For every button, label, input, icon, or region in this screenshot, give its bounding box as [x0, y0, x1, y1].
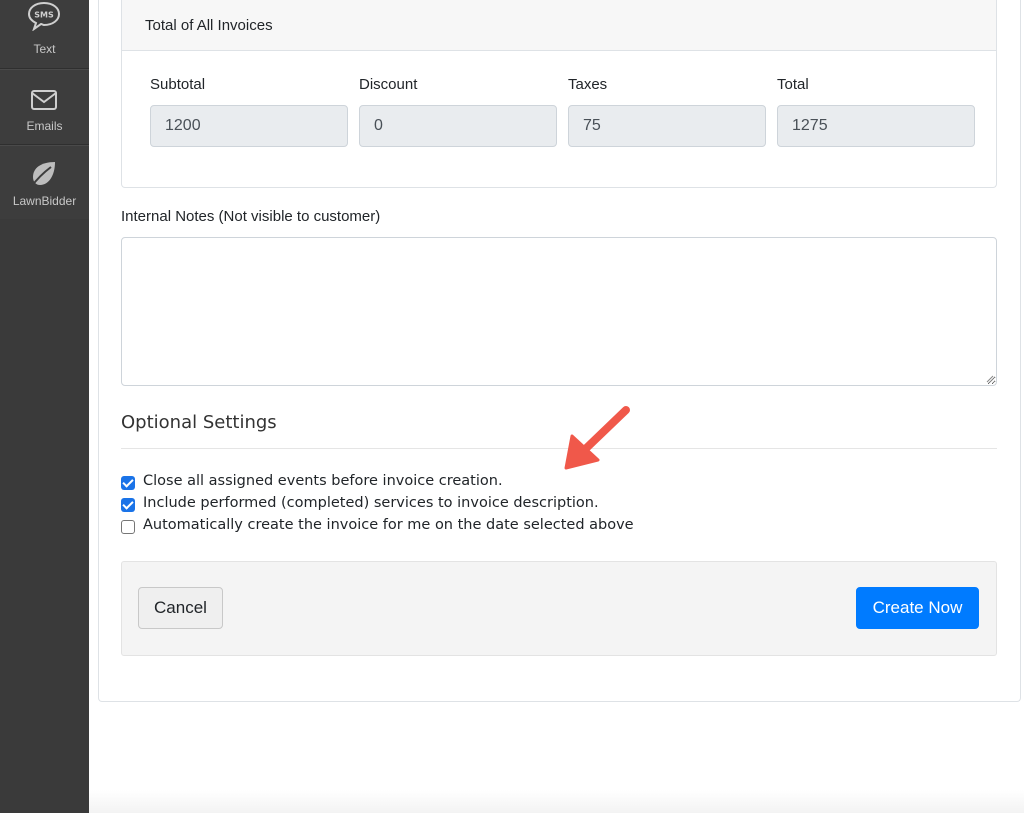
taxes-field: 75: [568, 105, 766, 147]
internal-notes-label: Internal Notes (Not visible to customer): [121, 208, 381, 225]
total-label: Total: [777, 76, 809, 93]
page-bottom: [89, 790, 1024, 813]
leaf-icon: [30, 162, 55, 188]
envelope-icon: [31, 90, 57, 110]
close-events-checkbox[interactable]: [121, 476, 135, 490]
auto-create-label[interactable]: Automatically create the invoice for me …: [143, 517, 634, 533]
totals-card: Total of All Invoices: [121, 0, 997, 188]
discount-field: 0: [359, 105, 557, 147]
close-events-label[interactable]: Close all assigned events before invoice…: [143, 473, 503, 489]
discount-label: Discount: [359, 76, 418, 93]
resize-grip-icon[interactable]: [984, 373, 994, 383]
sidebar-item-lawnbidder[interactable]: LawnBidder: [0, 144, 89, 218]
total-field: 1275: [777, 105, 975, 147]
include-services-label[interactable]: Include performed (completed) services t…: [143, 495, 599, 511]
cancel-button[interactable]: Cancel: [138, 587, 223, 629]
auto-create-checkbox[interactable]: [121, 520, 135, 534]
create-now-button[interactable]: Create Now: [856, 587, 979, 629]
sidebar-item-label: LawnBidder: [12, 194, 77, 208]
sidebar-item-label: Text: [33, 42, 56, 56]
sidebar-item-emails[interactable]: Emails: [0, 68, 89, 142]
sms-icon: SMS: [27, 1, 61, 31]
sidebar-item-text[interactable]: SMS Text: [0, 0, 89, 68]
internal-notes-textarea[interactable]: [121, 237, 997, 386]
totals-card-header: Total of All Invoices: [122, 0, 996, 51]
subtotal-field: 1200: [150, 105, 348, 147]
subtotal-label: Subtotal: [150, 76, 206, 93]
sidebar-item-label: Emails: [26, 119, 63, 133]
taxes-label: Taxes: [568, 76, 608, 93]
sidebar: SMS Text Emails LawnBidder: [0, 0, 89, 813]
svg-text:SMS: SMS: [34, 11, 54, 20]
optional-settings-title: Optional Settings: [121, 412, 277, 433]
sidebar-empty: [0, 219, 89, 813]
include-services-checkbox[interactable]: [121, 498, 135, 512]
divider: [121, 448, 997, 449]
annotation-arrow-icon: [564, 406, 630, 470]
totals-card-title: Total of All Invoices: [145, 17, 273, 34]
